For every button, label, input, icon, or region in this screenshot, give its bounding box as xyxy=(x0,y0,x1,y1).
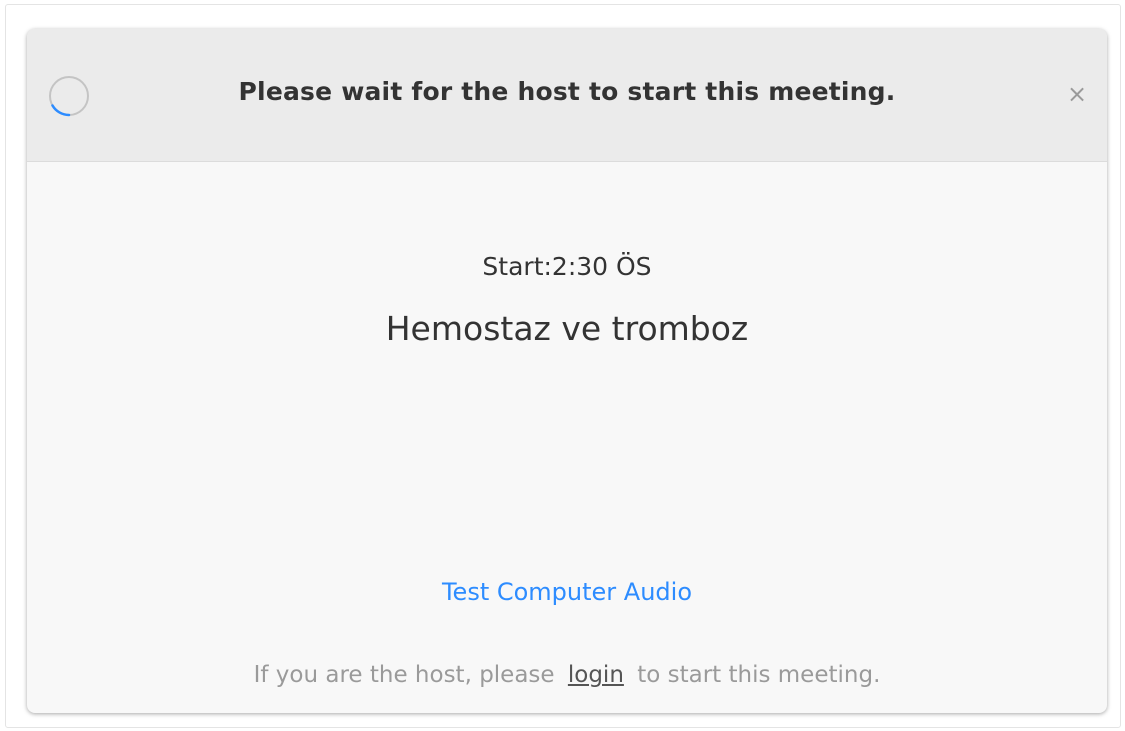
host-message-prefix: If you are the host, please xyxy=(253,662,555,688)
dialog-title: Please wait for the host to start this m… xyxy=(238,77,896,106)
login-link[interactable]: login xyxy=(568,662,624,688)
dialog-header: Please wait for the host to start this m… xyxy=(27,29,1107,162)
host-login-message: If you are the host, please login to sta… xyxy=(27,662,1107,688)
test-audio-container: Test Computer Audio xyxy=(27,578,1107,606)
waiting-room-dialog: Please wait for the host to start this m… xyxy=(27,29,1107,713)
meeting-start-time: Start:2:30 ÖS xyxy=(482,252,652,281)
close-icon[interactable]: × xyxy=(1065,79,1089,109)
host-message-suffix: to start this meeting. xyxy=(637,662,881,688)
meeting-topic: Hemostaz ve tromboz xyxy=(385,309,749,348)
test-computer-audio-link[interactable]: Test Computer Audio xyxy=(442,578,692,606)
